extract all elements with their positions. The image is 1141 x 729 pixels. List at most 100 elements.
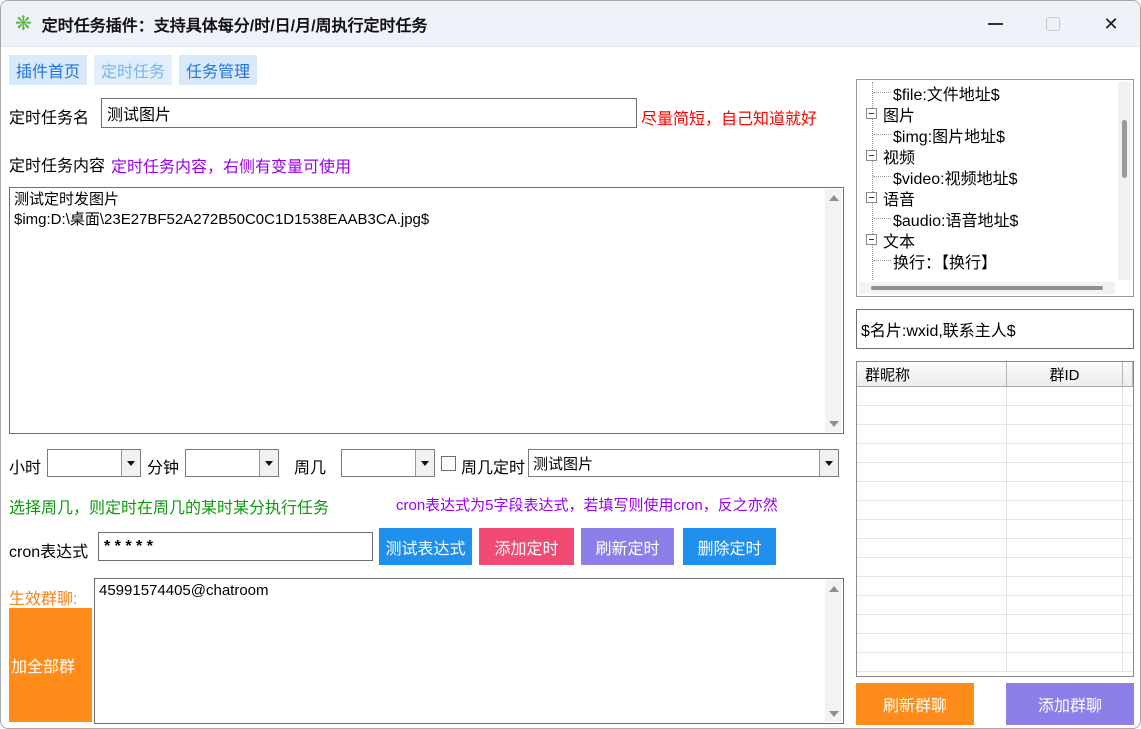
add-timer-button[interactable]: 添加定时 xyxy=(479,528,574,565)
hour-select[interactable] xyxy=(47,449,141,477)
tree-node[interactable]: 图片 xyxy=(859,103,1115,124)
maximize-button[interactable] xyxy=(1024,1,1082,47)
tab-plugin-home[interactable]: 插件首页 xyxy=(9,55,87,85)
table-row[interactable] xyxy=(857,482,1133,501)
cell-group-id xyxy=(1007,482,1123,500)
minimize-icon xyxy=(988,23,1003,25)
cell-group-name xyxy=(857,444,1007,462)
group-list-textarea[interactable]: 45991574405@chatroom xyxy=(94,578,844,724)
column-header-group-name[interactable]: 群昵称 xyxy=(857,362,1007,386)
tree-leaf[interactable]: 换行：【换行】 xyxy=(859,250,1115,271)
tree-node[interactable]: 语音 xyxy=(859,187,1115,208)
cell-group-name xyxy=(857,596,1007,614)
tab-task-manage[interactable]: 任务管理 xyxy=(179,55,257,85)
scroll-down-icon[interactable] xyxy=(825,705,842,722)
cron-hint: cron表达式为5字段表达式，若填写则使用cron，反之亦然 xyxy=(396,494,778,515)
weekday-timer-label: 周几定时 xyxy=(461,454,525,478)
table-row[interactable] xyxy=(857,596,1133,615)
cell-group-id xyxy=(1007,425,1123,443)
close-button[interactable]: ✕ xyxy=(1082,1,1140,47)
table-row[interactable] xyxy=(857,615,1133,634)
title-bar: ❋ 定时任务插件：支持具体每分/时/日/月/周执行定时任务 ✕ xyxy=(1,1,1140,47)
table-row[interactable] xyxy=(857,406,1133,425)
tree-label: 换行：【换行】 xyxy=(893,249,997,273)
chevron-down-icon[interactable] xyxy=(819,450,838,476)
effective-groups-label: 生效群聊: xyxy=(9,585,77,609)
app-icon: ❋ xyxy=(15,11,32,36)
column-header-group-id[interactable]: 群ID xyxy=(1007,362,1123,386)
task-name-hint: 尽量简短，自己知道就好 xyxy=(641,105,817,129)
cell-group-name xyxy=(857,387,1007,405)
chevron-down-icon[interactable] xyxy=(121,450,140,476)
scroll-up-icon[interactable] xyxy=(825,189,842,206)
cell-group-name xyxy=(857,634,1007,652)
minute-select[interactable] xyxy=(185,449,279,477)
cell-group-id xyxy=(1007,596,1123,614)
collapse-icon[interactable] xyxy=(866,234,877,245)
table-row[interactable] xyxy=(857,577,1133,596)
scrollbar-thumb[interactable] xyxy=(871,286,1103,290)
cell-group-name xyxy=(857,520,1007,538)
chevron-down-icon[interactable] xyxy=(415,450,434,476)
test-expression-button[interactable]: 测试表达式 xyxy=(379,528,472,565)
refresh-groups-button[interactable]: 刷新群聊 xyxy=(856,683,974,725)
scroll-up-icon[interactable] xyxy=(825,580,842,597)
table-row[interactable] xyxy=(857,520,1133,539)
scrollbar-thumb[interactable] xyxy=(1122,120,1127,178)
hour-label: 小时 xyxy=(9,454,41,478)
cron-input[interactable] xyxy=(98,532,373,561)
card-variable-box[interactable]: $名片:wxid,联系主人$ xyxy=(856,309,1134,349)
table-row[interactable] xyxy=(857,558,1133,577)
group-scrollbar[interactable] xyxy=(825,580,842,722)
table-row[interactable] xyxy=(857,539,1133,558)
cell-group-id xyxy=(1007,444,1123,462)
task-select[interactable]: 测试图片 xyxy=(528,449,839,477)
tree-node[interactable]: 视频 xyxy=(859,145,1115,166)
tree-horizontal-scrollbar[interactable] xyxy=(859,282,1115,294)
cell-group-id xyxy=(1007,577,1123,595)
delete-timer-button[interactable]: 删除定时 xyxy=(683,528,776,565)
task-content-textarea[interactable]: 测试定时发图片 $img:D:\桌面\23E27BF52A272B50C0C1D… xyxy=(9,187,844,434)
table-row[interactable] xyxy=(857,387,1133,406)
variables-tree-items: $file:文件地址$图片$img:图片地址$视频$video:视频地址$语音$… xyxy=(859,82,1115,280)
cell-group-name xyxy=(857,653,1007,671)
tree-leaf[interactable]: $video:视频地址$ xyxy=(859,166,1115,187)
add-all-groups-button[interactable]: 加全部群 xyxy=(9,608,92,722)
table-row[interactable] xyxy=(857,653,1133,672)
collapse-icon[interactable] xyxy=(866,150,877,161)
cell-group-id xyxy=(1007,463,1123,481)
task-content-hint: 定时任务内容，右侧有变量可使用 xyxy=(111,153,351,177)
table-row[interactable] xyxy=(857,425,1133,444)
tab-scheduled-task[interactable]: 定时任务 xyxy=(94,55,172,85)
variables-tree-panel: $file:文件地址$图片$img:图片地址$视频$video:视频地址$语音$… xyxy=(856,79,1134,297)
cron-label: cron表达式 xyxy=(9,538,88,562)
collapse-icon[interactable] xyxy=(866,192,877,203)
cell-group-id xyxy=(1007,653,1123,671)
collapse-icon[interactable] xyxy=(866,108,877,119)
task-name-input[interactable] xyxy=(101,98,637,128)
hour-value xyxy=(48,450,121,476)
minimize-button[interactable] xyxy=(966,1,1024,47)
tree-node[interactable]: 文本 xyxy=(859,229,1115,250)
table-row[interactable] xyxy=(857,463,1133,482)
tree-vertical-scrollbar[interactable] xyxy=(1118,82,1131,280)
cell-group-name xyxy=(857,577,1007,595)
tree-leaf[interactable]: $img:图片地址$ xyxy=(859,124,1115,145)
table-row[interactable] xyxy=(857,444,1133,463)
content-scrollbar[interactable] xyxy=(825,189,842,432)
cell-group-id xyxy=(1007,520,1123,538)
cell-group-id xyxy=(1007,501,1123,519)
table-row[interactable] xyxy=(857,634,1133,653)
weekday-select[interactable] xyxy=(341,449,435,477)
table-row[interactable] xyxy=(857,501,1133,520)
weekday-timer-checkbox[interactable] xyxy=(441,456,456,471)
cell-group-name xyxy=(857,501,1007,519)
refresh-timer-button[interactable]: 刷新定时 xyxy=(581,528,674,565)
scroll-down-icon[interactable] xyxy=(825,415,842,432)
chevron-down-icon[interactable] xyxy=(259,450,278,476)
add-group-button[interactable]: 添加群聊 xyxy=(1006,683,1134,725)
window-title: 定时任务插件：支持具体每分/时/日/月/周执行定时任务 xyxy=(42,12,428,36)
tree-leaf[interactable]: $file:文件地址$ xyxy=(859,82,1115,103)
tree-leaf[interactable]: $audio:语音地址$ xyxy=(859,208,1115,229)
group-table-body xyxy=(857,387,1133,676)
